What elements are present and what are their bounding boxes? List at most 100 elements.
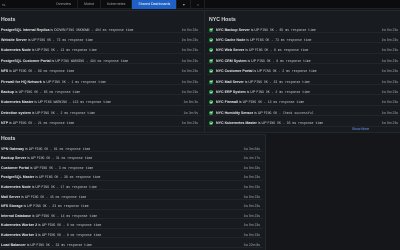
show-more-link[interactable]: Show More [352,127,369,131]
host-row[interactable]: Backup is UP PING OK - 65 ms response ti… [0,88,201,96]
host-label: NYC Backup Server [216,27,250,32]
host-check-output: PING OK - 1 ms response time [52,79,106,84]
host-duration: 1w 5m 33s [243,165,260,170]
host-row[interactable]: Kubernetes Worker 1 is UP PING OK - 8 ms… [0,231,263,239]
host-row[interactable]: Firewall for HQ Network is UP PING OK - … [0,78,201,85]
host-label: NYC Customer Portal [216,69,253,74]
host-name: Internal Database is UP PING OK - 14 ms … [1,214,97,218]
host-row[interactable]: Internal Database is UP PING OK - 14 ms … [0,212,263,220]
host-name: NYC Humidity Sensor is UP PING OK - Chec… [216,111,313,115]
tab-overview[interactable]: Overview [50,0,78,9]
host-row[interactable]: NYC ERP System is UP PING OK - 2 ms resp… [207,88,400,96]
host-status: is UP [26,242,36,247]
host-row[interactable]: Kubernetes Node is UP PING OK - 13 ms re… [0,47,201,54]
host-duration: 1w 5m 23s [181,89,198,94]
panel-title: Hosts [1,17,16,23]
host-row[interactable]: Backup Server is UP PING OK - 31 ms resp… [0,155,263,162]
host-row[interactable]: NYC CRM System is UP PING OK - 8 ms resp… [207,57,400,65]
chevron-down-icon[interactable]: ▾ [177,0,192,9]
host-name: Backup Server is UP PING OK - 31 ms resp… [1,156,92,160]
host-status: is UP [38,223,47,228]
host-duration: 1w 5m 23s [381,69,398,74]
host-row[interactable]: NFS is UP PING OK - 89 ms response time 1… [0,68,201,75]
host-name: Kubernetes Node is UP PING OK - 13 ms re… [1,48,97,52]
host-row[interactable]: NYC Backup Server is UP PING OK - 65 ms … [207,26,400,33]
host-row[interactable]: NYC Cache Node is UP PING OK - 73 ms res… [207,36,400,44]
host-row[interactable]: NYC Mail Server is UP PING OK - 23 ms re… [207,78,400,85]
host-row[interactable]: Load Balancer is UP PING OK - 33 ms resp… [0,241,263,248]
host-label: Kubernetes Worker 1 [1,232,38,237]
host-status: is UP [14,89,24,94]
host-row[interactable]: Kubernetes Master is UP PING WARNING - 1… [0,99,201,106]
host-label: Backup [1,89,14,94]
tab-kubernetes[interactable]: Kubernetes [101,0,133,9]
check-icon [209,110,213,115]
tab-mobot[interactable]: Mobot [78,0,101,9]
host-check-output: PING OK - 23 ms response time [33,204,89,209]
host-row[interactable]: NYC Customer Portal is UP PING OK - 2 ms… [207,68,400,75]
host-name: NTP is UP PING OK - 21 ms response time [1,121,74,125]
host-row[interactable]: Customer Portal is UP PING OK - 3 ms res… [0,164,263,172]
host-check-output: PING OK - Check successful [263,110,314,115]
host-label: Kubernetes Master [1,100,34,105]
check-icon [209,89,213,94]
host-duration: 1w 5m 23s [381,37,398,42]
host-duration: 1w 5m 23s [381,121,398,126]
host-label: NYC Firewall [216,100,238,105]
host-duration: 1w 5m 23s [243,213,260,218]
host-row[interactable]: NTP is UP PING OK - 21 ms response time 1… [0,120,201,127]
host-label: NFS Storage [1,204,23,209]
host-row[interactable]: PostgreSQL Master is UP PING OK - 38 ms … [0,174,263,181]
host-row[interactable]: Mail Server is UP PING OK - 45 ms respon… [0,193,263,200]
host-row[interactable]: Kubernetes Worker 2 is UP PING OK - 6 ms… [0,222,263,229]
host-check-output: PING OK - 21 ms response time [18,121,75,126]
tab-shared-dashboards[interactable]: Shared Dashboards [132,0,178,9]
host-row[interactable]: NYC Kubernetes Master is UP PING OK - 35… [207,120,400,127]
host-row[interactable]: NYC Web Server is UP PING OK - 8 ms resp… [207,47,400,54]
check-icon [209,79,213,84]
host-status: is UP [25,146,34,151]
host-duration: 1w 5m 23s [243,194,260,199]
host-name: NYC CRM System is UP PING OK - 8 ms resp… [216,59,311,63]
host-check-output: PING OK - 2 ms response time [41,110,95,115]
host-row[interactable]: NYC Firewall is UP PING OK - 13 ms respo… [207,99,400,106]
host-name: NYC ERP System is UP PING OK - 2 ms resp… [216,90,310,94]
host-name: Backup is UP PING OK - 65 ms response ti… [1,90,80,94]
circle-icon[interactable]: ○ [191,0,206,9]
host-check-output: PING OK - 35 ms response time [267,121,324,126]
host-name: NYC Kubernetes Master is UP PING OK - 35… [216,121,323,125]
host-name: PostgreSQL Internal Replica is DOWN PING… [1,28,133,32]
host-duration: 1w 5m 23s [181,121,198,126]
host-label: NYC Kubernetes Master [216,121,257,126]
host-row[interactable]: PostgreSQL Customer Portal is UP PING WA… [0,57,201,65]
host-duration: 1w 5m 23s [243,204,260,209]
host-row[interactable]: Kubernetes Node is UP PING OK - 17 ms re… [0,183,263,191]
host-label: NYC ERP System [216,89,246,94]
host-name: Kubernetes Worker 2 is UP PING OK - 6 ms… [1,223,101,227]
host-status: is UP [42,79,52,84]
host-duration: 1w 22m 8s [243,242,260,247]
host-name: Load Balancer is UP PING OK - 33 ms resp… [1,243,92,247]
host-label: Mail Server [1,194,21,199]
check-icon [209,27,213,32]
host-check-output: PING OK - 33 ms response time [36,242,92,247]
host-check-output: PING WARNING - 494 ms response time [61,58,129,63]
host-status: is UP [250,27,260,32]
host-status: is DOWN [50,27,66,32]
host-name: NYC Backup Server is UP PING OK - 65 ms … [216,28,316,32]
host-row[interactable]: NYC Humidity Sensor is UP PING OK - Chec… [207,109,400,117]
host-duration: 1w 5m 23s [381,100,398,105]
host-row[interactable]: PostgreSQL Internal Replica is DOWN PING… [0,26,201,33]
host-status: is UP [253,69,263,74]
host-duration: 1w 5m 23s [381,58,398,63]
host-row[interactable]: Website Server is UP PING OK - 73 ms res… [0,36,201,44]
host-row[interactable]: NFS Storage is UP PING OK - 23 ms respon… [0,203,263,210]
host-name: Mail Server is UP PING OK - 45 ms respon… [1,195,86,199]
host-row[interactable]: Detection system is UP PING OK - 2 ms re… [0,109,201,117]
host-row[interactable]: VPN Gateway is UP PING OK - 61 ms respon… [0,145,263,152]
host-check-output: PING OK - 89 ms response time [18,69,75,74]
host-duration: 1w 5m 23s [243,175,260,180]
host-status: is UP [9,69,18,74]
host-status: is UP [247,58,257,63]
host-check-output: PING UNKNOWN - 404 ms response time [66,27,134,32]
